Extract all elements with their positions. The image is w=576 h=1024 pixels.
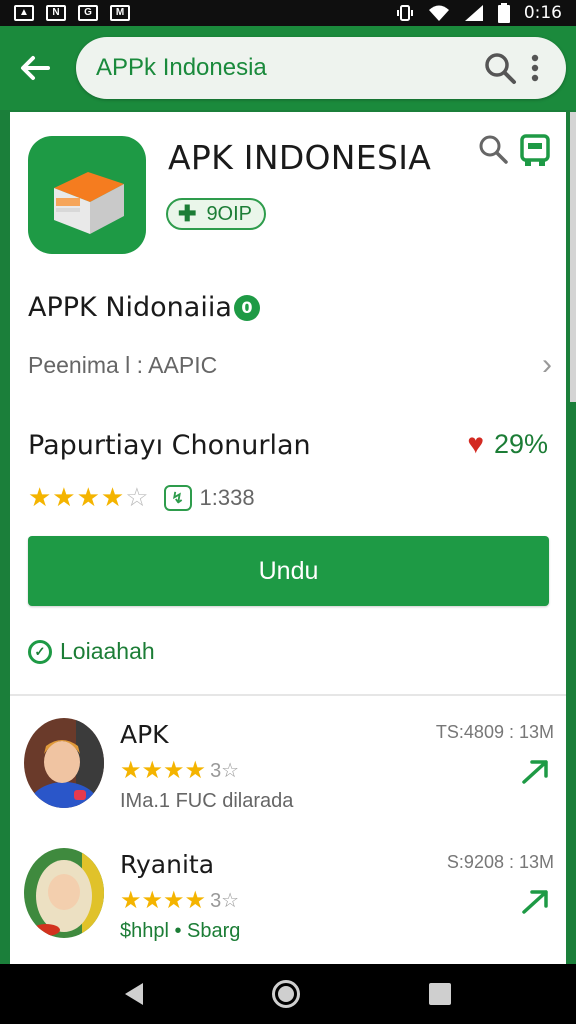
info-row[interactable]: Peenima l : AAPIC › [28,348,552,382]
top-app-bar: APPk Indonesia [0,26,576,110]
search-icon [479,135,508,164]
app-icon[interactable] [28,136,146,254]
review-subtext: $hhpl • Sbarg [120,920,241,942]
verified-badge-icon: 0 [233,294,260,321]
search-query[interactable]: APPk Indonesia [96,54,480,82]
clock: 0:16 [523,3,562,23]
notification-icons: ▲ N G M [14,5,130,21]
gallery-notification-icon: ▲ [14,5,34,21]
header-search-button[interactable] [478,134,510,166]
back-arrow-icon [21,56,50,80]
verified-link[interactable]: ✓ Loiaahah [28,638,155,665]
back-button[interactable] [0,26,70,110]
review-rating-text: 3☆ [210,890,240,912]
header-store-button[interactable] [520,134,552,168]
user-photo-icon [24,848,104,938]
install-button[interactable]: Undu [28,536,549,606]
box-logo-icon [54,172,124,234]
likes: ♥ 29% [467,428,548,460]
review-stars: ★★★★ 3☆ [120,757,240,784]
system-icons: 0:16 [396,3,562,23]
app-notification-icon: G [78,5,98,21]
arrow-forward-icon [522,890,548,914]
review-rating-text: 3☆ [210,760,240,782]
signal-icon [464,5,483,21]
plus-icon: ✚ [178,201,197,226]
download-count: 1:338 [199,484,255,510]
overflow-menu-button[interactable] [520,48,550,88]
search-icon [485,53,516,84]
review-meta: S:9208 : 13M [446,852,554,872]
search-button[interactable] [480,48,520,88]
user-photo-icon [24,718,104,808]
app-subtitle: APPK Nidonaiia 0 [28,292,260,323]
status-bar: ▲ N G M 0:16 [0,0,576,26]
list-item[interactable]: APK TS:4809 : 13M ★★★★ 3☆ IMa.1 FUC dilar… [24,718,554,830]
rating-stars: ★★★★☆ [28,482,150,512]
review-subtext: IMa.1 FUC dilarada [120,790,294,812]
more-vert-icon [531,54,539,82]
avatar[interactable] [24,718,104,808]
app-detail-card: APK INDONESIA ✚ 9OIP APPK Nidonaiia 0 Pe… [10,112,566,964]
nav-back-icon[interactable] [124,983,143,1005]
info-text: Peenima l : AAPIC [28,351,218,378]
download-icon: ↯ [163,484,192,511]
nfc-notification-icon: N [46,5,66,21]
reviewer-name: APK [120,720,169,749]
open-review-button[interactable] [520,754,554,788]
avatar[interactable] [24,848,104,938]
chevron-right-icon: › [542,348,552,381]
review-stars: ★★★★ 3☆ [120,887,240,914]
search-bar[interactable]: APPk Indonesia [76,37,566,99]
review-meta: TS:4809 : 13M [435,722,554,742]
app-title: APK INDONESIA [168,138,432,177]
check-circle-icon: ✓ [28,639,52,664]
bus-icon [520,134,550,166]
scrollbar[interactable] [570,112,576,402]
list-item[interactable]: Ryanita S:9208 : 13M ★★★★ 3☆ $hhpl • Sbar… [24,848,554,960]
mail-notification-icon: M [110,5,130,21]
category-chip[interactable]: ✚ 9OIP [166,198,267,230]
likes-percent: 29% [493,428,548,459]
app-subtitle-text: APPK Nidonaiia [28,292,232,323]
wifi-icon [428,5,449,21]
chip-label: 9OIP [206,202,253,225]
nav-home-icon[interactable] [271,980,300,1008]
developer-name[interactable]: Papurtiayı Chonurlan [28,430,311,461]
rating-row: ★★★★☆ ↯ 1:338 [28,482,255,513]
battery-icon [497,3,510,23]
system-nav-bar [0,964,576,1024]
heart-icon: ♥ [467,428,484,459]
open-review-button[interactable] [520,884,554,918]
vibrate-icon [396,5,413,21]
nav-recents-icon[interactable] [429,983,452,1005]
reviewer-name: Ryanita [120,850,215,879]
verified-label: Loiaahah [60,638,155,664]
divider [10,694,566,696]
arrow-forward-icon [522,760,548,784]
